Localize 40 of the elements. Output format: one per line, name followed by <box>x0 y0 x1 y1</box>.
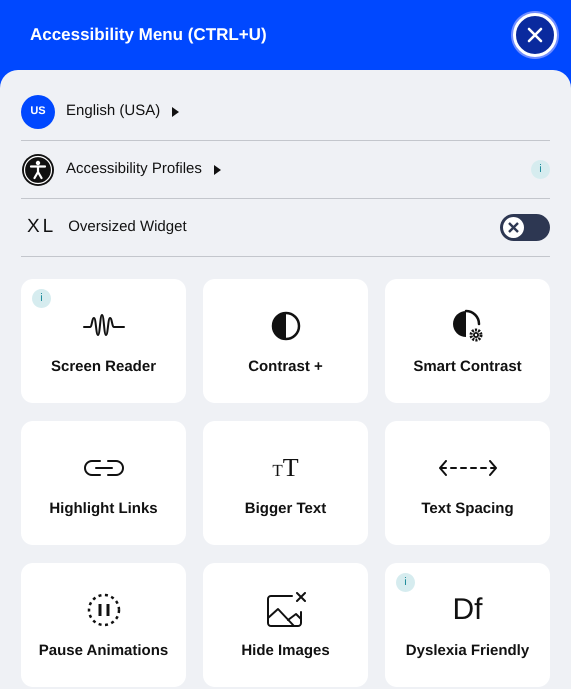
feature-tile[interactable]: Hide Images <box>203 563 368 687</box>
tile-label: Hide Images <box>241 640 330 661</box>
window-title: Accessibility Menu (CTRL+U) <box>30 24 267 46</box>
contrast-gear-icon <box>450 308 484 343</box>
toggle-switch[interactable] <box>500 214 550 241</box>
horizontal-arrows-icon <box>438 460 496 476</box>
accessibility-icon <box>21 152 55 186</box>
feature-tile[interactable]: Contrast + <box>203 279 368 403</box>
link-icon <box>84 458 124 477</box>
feature-tile[interactable]: Pause Animations <box>21 563 186 687</box>
contrast-icon <box>270 310 300 341</box>
caret-icon <box>172 106 180 116</box>
sound-wave-icon <box>82 312 124 339</box>
image-crossed-icon <box>266 592 306 628</box>
tile-label: Text Spacing <box>421 498 514 519</box>
caret-icon <box>214 164 221 174</box>
oversized-icon: XL <box>27 213 56 242</box>
dyslexia-font-icon: Df <box>452 594 482 625</box>
tile-label: Smart Contrast <box>413 356 522 377</box>
row-label[interactable]: Oversized Widget <box>68 216 187 239</box>
tile-label: Highlight Links <box>49 498 158 519</box>
tile-label: Pause Animations <box>38 640 168 661</box>
cross-icon <box>508 222 519 233</box>
tile-label: Screen Reader <box>50 356 156 377</box>
feature-tile[interactable]: i Screen Reader <box>21 279 186 403</box>
text-size-icon: TT <box>272 454 299 481</box>
row-label[interactable]: Accessibility Profiles <box>66 158 202 181</box>
feature-tile[interactable]: Text Spacing <box>385 421 550 545</box>
tile-label: Dyslexia Friendly <box>406 640 530 661</box>
close-button[interactable] <box>513 13 557 57</box>
close-icon <box>527 27 543 43</box>
feature-tile[interactable]: Highlight Links <box>21 421 186 545</box>
row-label[interactable]: English (USA) <box>66 100 160 123</box>
feature-tile[interactable]: Smart Contrast <box>385 279 550 403</box>
feature-tile[interactable]: i Df Dyslexia Friendly <box>385 563 550 687</box>
tile-label: Bigger Text <box>244 498 326 519</box>
tile-label: Contrast + <box>248 356 323 377</box>
feature-tile[interactable]: TT Bigger Text <box>203 421 368 545</box>
flag-badge: US <box>21 94 55 128</box>
pause-icon <box>86 592 122 628</box>
